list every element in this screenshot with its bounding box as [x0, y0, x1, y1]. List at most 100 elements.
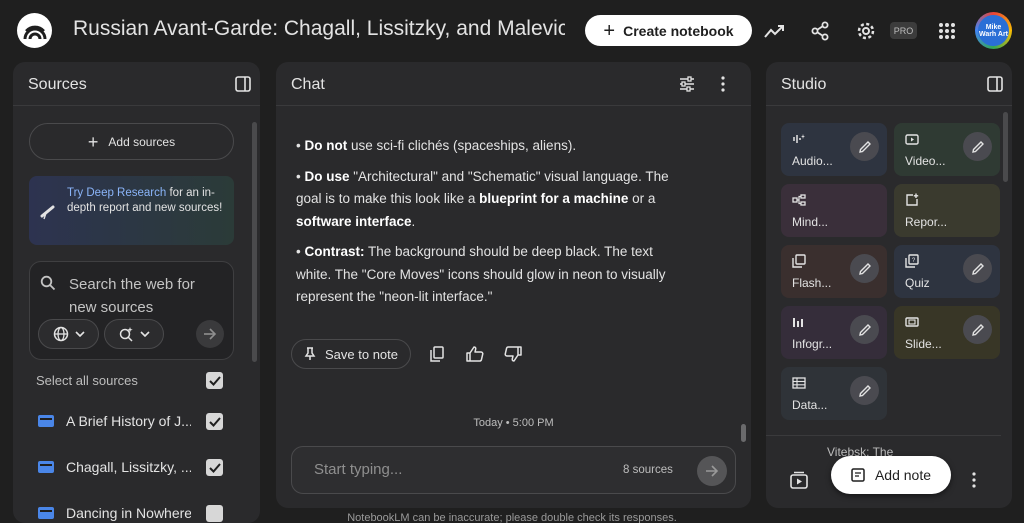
- quiz-tile[interactable]: ? Quiz: [894, 245, 1000, 298]
- research-mode-dropdown[interactable]: [104, 319, 164, 349]
- collapse-panel-icon[interactable]: [235, 76, 251, 97]
- bold-text: Do not: [304, 138, 348, 153]
- more-vert-icon[interactable]: [967, 470, 981, 490]
- sources-header: Sources: [13, 62, 260, 106]
- quiz-icon: ?: [905, 254, 919, 268]
- tile-label: Mind...: [792, 215, 829, 229]
- checkmark-icon: [208, 375, 221, 386]
- sources-panel: Sources + Add sources Try Deep Research …: [13, 62, 260, 523]
- copy-icon[interactable]: [426, 343, 448, 365]
- mind-map-tile[interactable]: Mind...: [781, 184, 887, 237]
- mind-map-icon: [792, 193, 806, 207]
- report-add-icon: [905, 193, 919, 207]
- add-note-button[interactable]: Add note: [831, 456, 951, 494]
- deep-research-link[interactable]: Try Deep Research: [67, 187, 166, 199]
- tune-settings-icon[interactable]: [679, 76, 695, 97]
- arrow-right-icon: [204, 328, 217, 340]
- svg-text:?: ?: [912, 258, 916, 264]
- web-source-dropdown[interactable]: [38, 319, 99, 349]
- slides-icon: [905, 315, 919, 329]
- arrow-right-icon: [706, 465, 719, 477]
- telescope-icon: [39, 202, 57, 225]
- chat-scrollbar[interactable]: [741, 424, 746, 442]
- flashcards-tile[interactable]: Flash...: [781, 245, 887, 298]
- checkmark-icon: [208, 462, 221, 473]
- tile-label: Audio...: [792, 154, 833, 168]
- settings-gear-icon[interactable]: [853, 18, 879, 44]
- disclaimer-footer: NotebookLM can be inaccurate; please dou…: [347, 512, 677, 523]
- deep-research-text: Try Deep Research for an in-depth report…: [67, 186, 227, 216]
- deep-research-banner[interactable]: Try Deep Research for an in-depth report…: [29, 176, 234, 245]
- audio-overview-tile[interactable]: Audio...: [781, 123, 887, 176]
- globe-icon: [53, 326, 68, 342]
- edit-pencil-icon[interactable]: [963, 132, 992, 161]
- table-icon: [792, 376, 806, 390]
- plus-icon: +: [603, 19, 616, 42]
- edit-pencil-icon[interactable]: [963, 315, 992, 344]
- studio-panel: Studio Audio... Video... Mind... Repor..…: [766, 62, 1012, 508]
- source-label: A Brief History of J...: [66, 413, 191, 429]
- source-item[interactable]: A Brief History of J...: [38, 409, 228, 433]
- notebooklm-logo-icon[interactable]: [17, 13, 52, 48]
- web-search-box[interactable]: Search the web for new sources: [29, 261, 234, 360]
- studio-title: Studio: [781, 76, 827, 93]
- tile-label: Data...: [792, 398, 828, 412]
- video-overview-tile[interactable]: Video...: [894, 123, 1000, 176]
- edit-pencil-icon[interactable]: [850, 132, 879, 161]
- chat-title: Chat: [291, 76, 325, 93]
- chevron-down-icon: [74, 331, 85, 337]
- edit-pencil-icon[interactable]: [963, 254, 992, 283]
- create-notebook-button[interactable]: + Create notebook: [585, 15, 752, 46]
- send-button[interactable]: [697, 456, 727, 486]
- search-submit-button[interactable]: [196, 320, 224, 348]
- analytics-icon[interactable]: [762, 18, 788, 44]
- add-sources-button[interactable]: + Add sources: [29, 123, 234, 160]
- pin-icon: [304, 347, 316, 360]
- response-bullet: • Do use "Architectural" and "Schematic"…: [296, 168, 669, 229]
- infographic-tile[interactable]: Infogr...: [781, 306, 887, 359]
- apps-grid-icon[interactable]: [934, 18, 960, 44]
- edit-pencil-icon[interactable]: [850, 376, 879, 405]
- tile-label: Slide...: [905, 337, 942, 351]
- response-text: .: [411, 213, 416, 229]
- chat-input-box[interactable]: Start typing... 8 sources: [291, 446, 736, 494]
- thumbs-up-icon[interactable]: [464, 343, 486, 365]
- studio-scrollbar[interactable]: [1003, 112, 1008, 182]
- sources-scrollbar[interactable]: [252, 122, 257, 362]
- tile-label: Flash...: [792, 276, 832, 290]
- thumbs-down-icon[interactable]: [502, 343, 524, 365]
- reports-tile[interactable]: Repor...: [894, 184, 1000, 237]
- share-icon[interactable]: [807, 18, 833, 44]
- tile-label: Infogr...: [792, 337, 833, 351]
- flashcards-icon: [792, 254, 806, 268]
- sources-title: Sources: [28, 76, 87, 93]
- data-table-tile[interactable]: Data...: [781, 367, 887, 420]
- search-icon: [40, 275, 56, 296]
- document-icon: [38, 461, 54, 473]
- document-icon: [38, 415, 54, 427]
- edit-pencil-icon[interactable]: [850, 315, 879, 344]
- bold-text: Contrast:: [304, 244, 365, 259]
- add-note-label: Add note: [874, 467, 932, 483]
- avatar[interactable]: Mike Warh Art: [975, 12, 1012, 49]
- collapse-panel-icon[interactable]: [987, 76, 1003, 97]
- tile-label: Quiz: [905, 276, 930, 290]
- chat-input-placeholder[interactable]: Start typing...: [314, 461, 402, 478]
- more-vert-icon[interactable]: [721, 76, 725, 97]
- video-note-icon: [789, 471, 809, 491]
- notebook-title[interactable]: Russian Avant-Garde: Chagall, Lissitzky,…: [73, 17, 565, 41]
- search-input[interactable]: Search the web for new sources: [69, 273, 219, 319]
- avatar-text: Mike Warh Art: [978, 15, 1009, 46]
- edit-pencil-icon[interactable]: [850, 254, 879, 283]
- studio-divider: [766, 435, 1001, 436]
- chat-panel: Chat • Do not use sci-fi clichés (spaces…: [276, 62, 751, 508]
- slide-deck-tile[interactable]: Slide...: [894, 306, 1000, 359]
- video-icon: [905, 132, 919, 146]
- response-bullet: • Do not use sci-fi clichés (spaceships,…: [296, 138, 577, 153]
- source-item[interactable]: Chagall, Lissitzky, ...: [38, 455, 228, 479]
- save-to-note-button[interactable]: Save to note: [291, 339, 411, 369]
- source-checkbox[interactable]: [206, 413, 223, 430]
- pro-badge: PRO: [890, 22, 917, 39]
- source-checkbox[interactable]: [206, 459, 223, 476]
- select-all-checkbox[interactable]: [206, 372, 223, 389]
